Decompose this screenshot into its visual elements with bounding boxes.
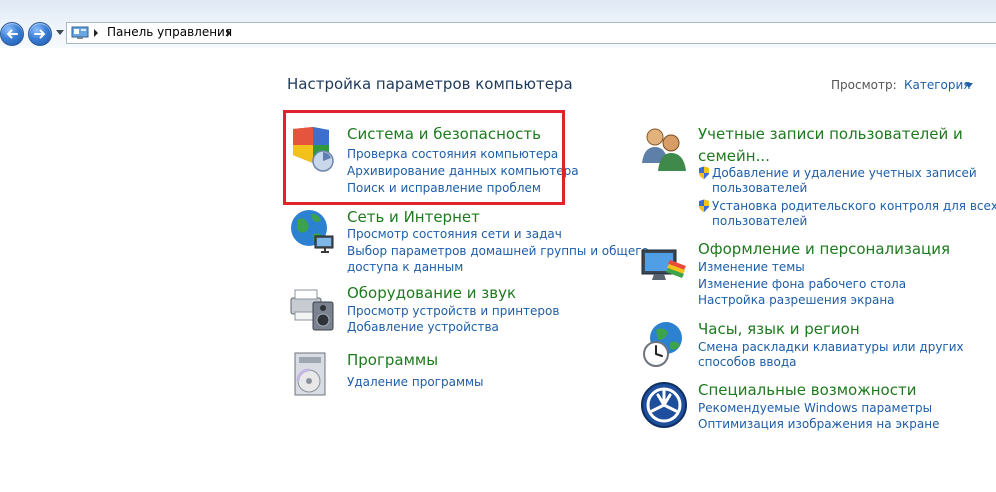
printer-speaker-icon [290,289,334,331]
chevron-down-icon[interactable] [965,83,973,88]
category-network-internet: Сеть и Интернет Просмотр состояния сети … [289,206,649,276]
link-add-remove-accounts-cont[interactable]: пользователей [712,181,807,195]
link-screen-resolution[interactable]: Настройка разрешения экрана [698,293,895,307]
category-title-accounts[interactable]: Учетные записи пользователей и [698,125,963,143]
forward-button[interactable] [28,22,52,46]
monitor-palette-icon [641,249,686,280]
control-panel-icon [71,26,89,39]
uac-shield-icon [699,199,709,213]
link-recommended-settings[interactable]: Рекомендуемые Windows параметры [698,401,932,415]
category-ease-of-access: Специальные возможности Рекомендуемые Wi… [640,381,990,436]
recent-pages-dropdown[interactable] [56,30,64,35]
category-title-hardware[interactable]: Оборудование и звук [347,284,516,302]
category-title-network[interactable]: Сеть и Интернет [347,208,480,226]
link-parental-controls-cont[interactable]: пользователей [712,214,807,228]
address-toolbar: Панель управления [0,0,996,48]
view-by-label: Просмотр: [831,78,897,92]
link-network-status[interactable]: Просмотр состояния сети и задач [347,227,562,241]
category-title-clock[interactable]: Часы, язык и регион [698,320,860,338]
link-add-remove-accounts[interactable]: Добавление и удаление учетных записей [712,166,977,180]
category-programs: Программы Удаление программы [289,351,629,411]
link-homegroup[interactable]: Выбор параметров домашней группы и общег… [347,244,649,258]
link-add-device[interactable]: Добавление устройства [347,320,499,334]
highlight-box [283,110,565,205]
category-title-ease-of-access[interactable]: Специальные возможности [698,381,916,399]
address-bar[interactable]: Панель управления [66,22,996,44]
link-optimize-display[interactable]: Оптимизация изображения на экране [698,417,939,431]
category-title-appearance[interactable]: Оформление и персонализация [698,240,950,258]
arrow-right-icon [34,29,46,39]
back-button[interactable] [0,22,24,46]
breadcrumb-control-panel[interactable]: Панель управления [107,25,232,39]
view-by-dropdown[interactable]: Категория [904,78,971,92]
ease-of-access-icon [641,382,687,428]
category-title-programs[interactable]: Программы [347,351,438,369]
link-change-theme[interactable]: Изменение темы [698,260,805,274]
category-appearance: Оформление и персонализация Изменение те… [640,240,990,310]
link-keyboards[interactable]: Смена раскладки клавиатуры или других [698,340,964,354]
link-desktop-background[interactable]: Изменение фона рабочего стола [698,277,906,291]
chevron-right-icon[interactable] [94,29,98,37]
link-devices-printers[interactable]: Просмотр устройств и принтеров [347,304,559,318]
globe-network-icon [291,210,334,253]
link-keyboards-cont[interactable]: способов ввода [698,355,797,369]
users-icon [642,128,686,171]
chevron-right-icon[interactable] [227,29,231,37]
uac-shield-icon [699,166,709,180]
category-clock-region: Часы, язык и регион Смена раскладки клав… [640,320,990,375]
programs-box-icon [294,352,326,396]
clock-globe-icon [643,322,682,367]
page-title: Настройка параметров компьютера [287,75,573,93]
link-homegroup-cont[interactable]: доступа к данным [347,260,463,274]
category-title-accounts-cont[interactable]: семейн... [698,147,770,165]
category-hardware-sound: Оборудование и звук Просмотр устройств и… [289,284,629,344]
category-user-accounts: Учетные записи пользователей и семейн...… [640,125,996,230]
link-uninstall[interactable]: Удаление программы [347,375,484,389]
arrow-left-icon [6,29,18,39]
link-parental-controls[interactable]: Установка родительского контроля для все… [712,199,996,213]
